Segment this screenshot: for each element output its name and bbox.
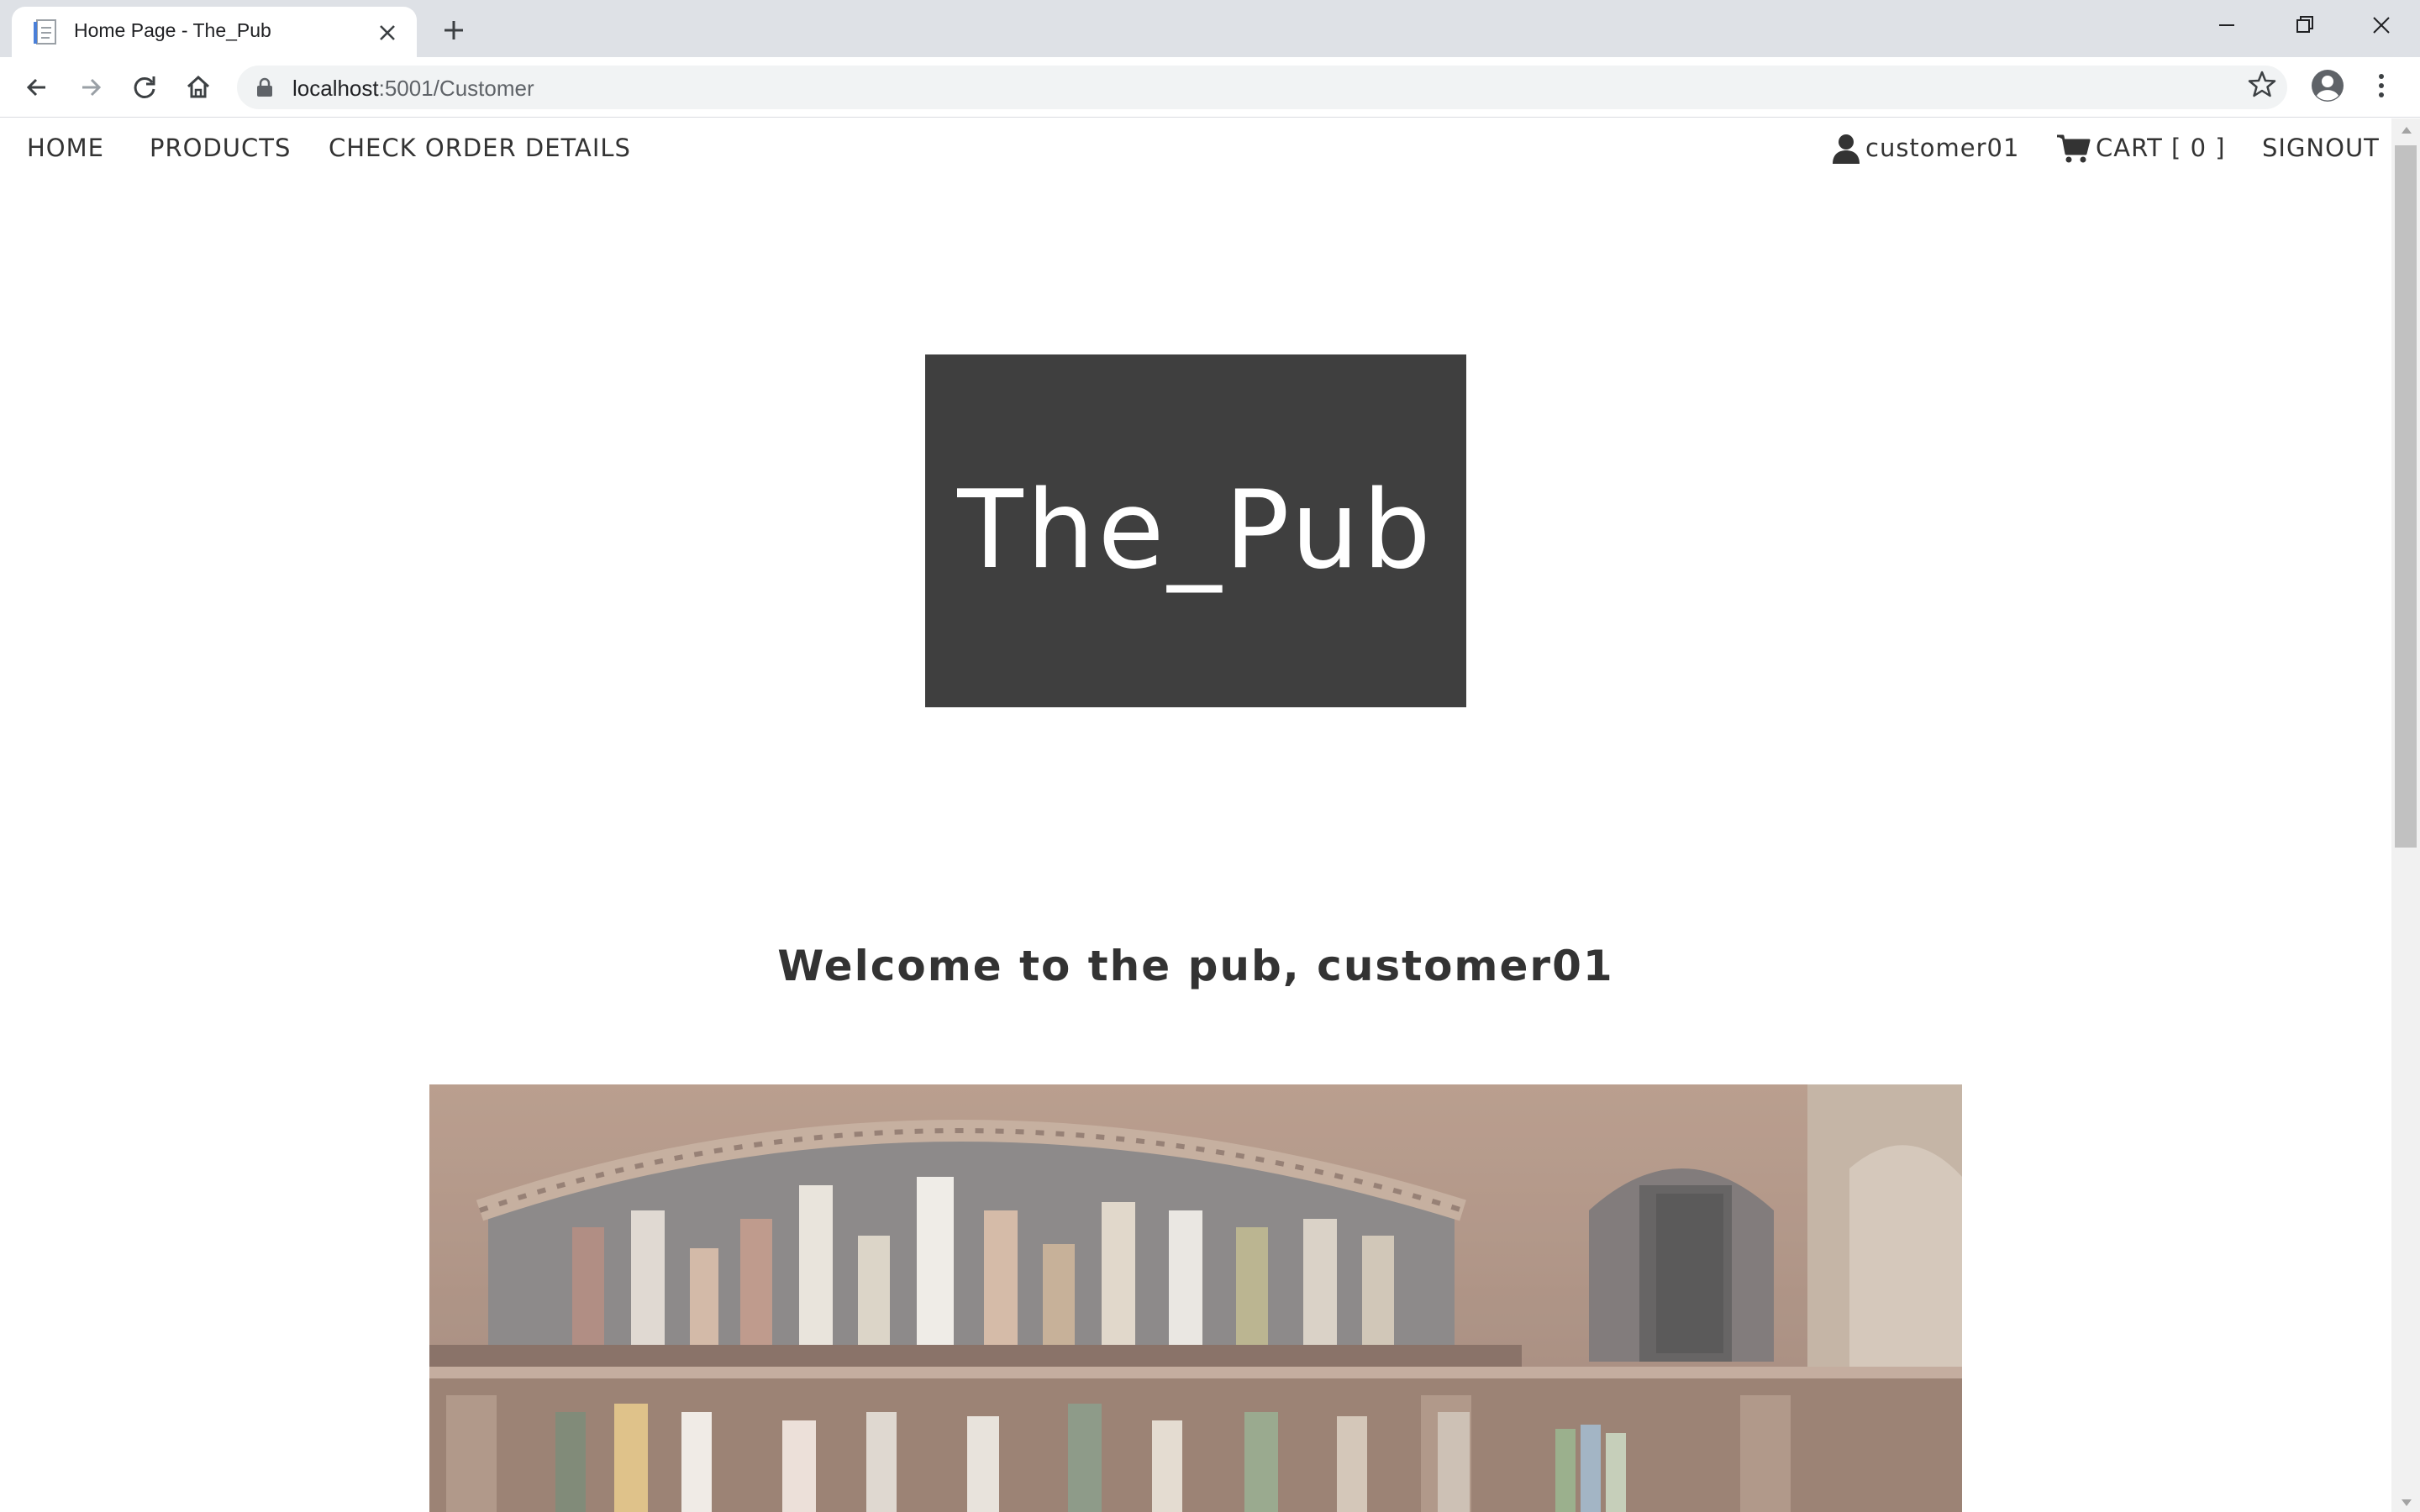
home-icon[interactable] <box>182 71 215 104</box>
close-tab-icon[interactable] <box>376 22 398 44</box>
kebab-menu-icon[interactable] <box>2373 71 2390 101</box>
profile-avatar-icon[interactable] <box>2311 69 2344 102</box>
page-favicon-icon <box>34 19 56 45</box>
site-navbar: HOME PRODUCTS CHECK ORDER DETAILS custom… <box>0 118 2391 186</box>
scroll-up-arrow-icon[interactable] <box>2402 127 2412 134</box>
logo-text: The_Pub <box>957 468 1434 593</box>
bookmark-star-icon[interactable] <box>2247 69 2277 99</box>
scroll-down-arrow-icon[interactable] <box>2402 1499 2412 1506</box>
close-window-icon[interactable] <box>2356 7 2407 44</box>
nav-cart-label: CART [ 0 ] <box>2096 134 2226 162</box>
tab-title: Home Page - The_Pub <box>74 19 271 41</box>
page-scrollbar[interactable] <box>2391 118 2420 1512</box>
hero-image-bar-shelves <box>429 1084 1962 1512</box>
page-viewport: HOME PRODUCTS CHECK ORDER DETAILS custom… <box>0 118 2391 1512</box>
minimize-icon[interactable] <box>2202 7 2252 44</box>
shopping-cart-icon <box>2057 134 2091 163</box>
url-host: localhost <box>292 76 379 101</box>
lock-icon[interactable] <box>255 77 274 97</box>
nav-home-link[interactable]: HOME <box>27 134 104 162</box>
nav-cart-link[interactable]: CART [ 0 ] <box>2057 134 2226 163</box>
browser-tab-strip: Home Page - The_Pub <box>0 0 2420 57</box>
back-arrow-icon[interactable] <box>20 71 54 104</box>
nav-products-link[interactable]: PRODUCTS <box>150 134 291 162</box>
welcome-heading: Welcome to the pub, customer01 <box>777 942 1614 990</box>
address-bar[interactable]: localhost:5001/Customer <box>237 66 2287 109</box>
nav-user-link[interactable]: customer01 <box>1832 134 2020 164</box>
nav-check-order-details-link[interactable]: CHECK ORDER DETAILS <box>329 134 631 162</box>
restore-icon[interactable] <box>2279 7 2329 44</box>
new-tab-icon[interactable] <box>437 13 471 47</box>
nav-signout-link[interactable]: SIGNOUT <box>2262 134 2380 162</box>
forward-arrow-icon[interactable] <box>74 71 108 104</box>
url-path: :5001/Customer <box>378 76 534 101</box>
browser-tab[interactable]: Home Page - The_Pub <box>12 7 417 57</box>
bar-shelves-picture <box>429 1084 1962 1512</box>
reload-icon[interactable] <box>128 71 161 104</box>
user-icon <box>1833 134 1860 164</box>
scrollbar-thumb[interactable] <box>2395 145 2417 848</box>
site-logo: The_Pub <box>925 354 1466 707</box>
nav-username: customer01 <box>1865 134 2020 162</box>
url-text: localhost:5001/Customer <box>292 76 534 102</box>
browser-toolbar: localhost:5001/Customer <box>0 57 2420 118</box>
